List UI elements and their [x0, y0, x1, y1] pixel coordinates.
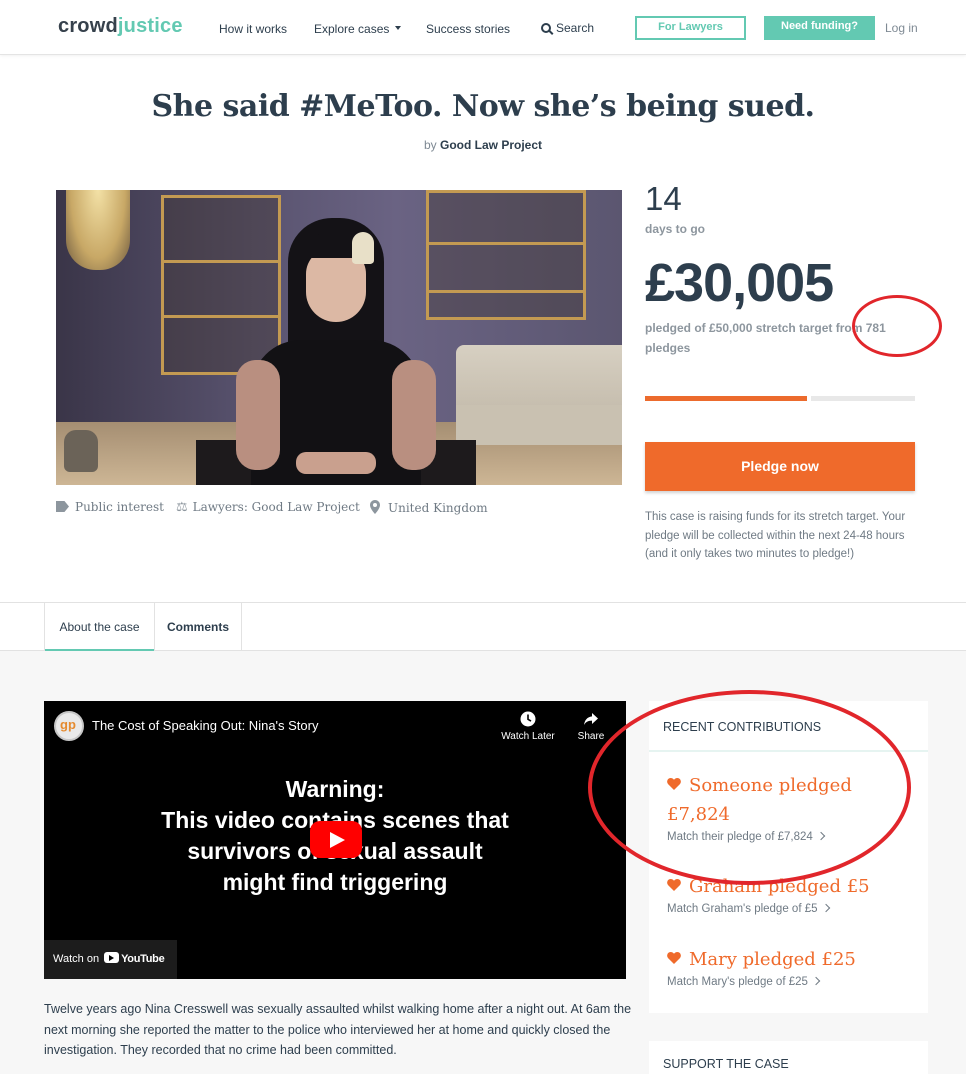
heart-icon: [667, 944, 681, 964]
match-pledge-label: Match Graham's pledge of £5: [667, 903, 818, 915]
chevron-right-icon: [821, 903, 830, 913]
support-the-case-panel: SUPPORT THE CASE: [649, 1041, 928, 1074]
youtube-logo-icon: [104, 952, 120, 963]
need-funding-button[interactable]: Need funding?: [764, 16, 875, 40]
top-navigation-bar: crowdjustice How it works Explore cases …: [0, 0, 966, 55]
annotation-circle-contribution: [588, 690, 911, 885]
meta-lawyers-label: Lawyers: Good Law Project: [192, 500, 360, 514]
watch-on-youtube-button[interactable]: Watch on YouTube: [44, 940, 177, 979]
stretch-target-note: This case is raising funds for its stret…: [645, 511, 906, 560]
image-shelf-board: [426, 242, 586, 245]
image-vase: [64, 430, 98, 472]
image-person-arm: [392, 360, 436, 470]
chevron-right-icon: [811, 976, 821, 986]
progress-fill: [645, 396, 807, 401]
nav-search[interactable]: Search: [541, 21, 594, 35]
warning-line: Warning:: [285, 776, 385, 802]
meta-category-label: Public interest: [75, 500, 165, 514]
image-lamp: [66, 190, 130, 270]
image-person-hands: [296, 452, 376, 474]
tab-about-the-case[interactable]: About the case: [44, 603, 155, 652]
case-hero-image: [56, 190, 622, 485]
image-shelf-board: [161, 315, 281, 318]
image-sofa-seat: [456, 405, 622, 445]
days-to-go-label: days to go: [645, 222, 706, 236]
contribution-item: Mary pledged £25 Match Mary's pledge of …: [667, 944, 917, 988]
byline-prefix: by: [423, 138, 437, 152]
nav-explore-cases[interactable]: Explore cases: [314, 22, 402, 36]
search-icon: [541, 23, 551, 33]
youtube-video-embed[interactable]: The Cost of Speaking Out: Nina's Story W…: [44, 701, 626, 979]
logo-text-crowd: crowd: [58, 15, 118, 37]
chevron-down-icon: [395, 25, 402, 30]
login-link[interactable]: Log in: [885, 21, 918, 35]
youtube-wordmark: YouTube: [121, 953, 165, 965]
watch-later-button[interactable]: Watch Later: [498, 711, 558, 742]
annotation-circle-pledges: [852, 295, 942, 357]
meta-location-label: United Kingdom: [388, 501, 488, 515]
amount-pledged: £30,005: [645, 253, 834, 313]
nav-success-stories[interactable]: Success stories: [426, 22, 510, 36]
warning-line: might find triggering: [222, 869, 448, 895]
case-title: She said #MeToo. Now she’s being sued.: [151, 89, 815, 124]
contribution-headline-text: Mary pledged £25: [689, 949, 856, 970]
nav-explore-cases-label: Explore cases: [314, 22, 390, 36]
case-story-paragraph: Twelve years ago Nina Cresswell was sexu…: [44, 1002, 632, 1057]
tag-icon: [56, 501, 69, 512]
watch-later-label: Watch Later: [501, 731, 555, 742]
progress-divider: [807, 396, 811, 401]
play-button-icon[interactable]: [310, 821, 362, 858]
image-shelf-board: [161, 260, 281, 263]
image-person-highlight: [352, 232, 374, 264]
organiser-link[interactable]: Good Law Project: [440, 138, 542, 152]
match-pledge-label: Match Mary's pledge of £25: [667, 976, 808, 988]
scales-icon: ⚖: [176, 500, 188, 515]
watch-on-label: Watch on: [53, 953, 100, 965]
support-the-case-heading: SUPPORT THE CASE: [663, 1057, 789, 1071]
byline: by Good Law Project: [0, 138, 966, 152]
location-pin-icon: [370, 500, 380, 514]
logo-text-justice: justice: [117, 15, 183, 37]
share-icon: [584, 713, 598, 725]
tab-comments[interactable]: Comments: [154, 603, 242, 651]
meta-lawyers[interactable]: ⚖ Lawyers: Good Law Project: [176, 500, 360, 515]
days-to-go-number: 14: [645, 180, 682, 217]
image-person-arm: [236, 360, 280, 470]
video-title[interactable]: The Cost of Speaking Out: Nina's Story: [92, 718, 318, 733]
channel-avatar[interactable]: [54, 711, 84, 741]
image-shelf-board: [426, 290, 586, 293]
funding-progress-bar: [645, 396, 915, 401]
share-label: Share: [577, 731, 605, 742]
contribution-headline: Mary pledged £25: [667, 944, 917, 974]
nav-how-it-works[interactable]: How it works: [219, 22, 287, 36]
image-shelf-left: [161, 195, 281, 375]
pledge-now-button[interactable]: Pledge now: [645, 442, 915, 491]
case-tabs: About the case Comments: [0, 602, 966, 652]
clock-icon: [520, 711, 536, 727]
image-shelf-right: [426, 190, 586, 320]
match-pledge-link[interactable]: Match Graham's pledge of £5: [667, 903, 917, 915]
for-lawyers-button[interactable]: For Lawyers: [635, 16, 746, 40]
match-pledge-link[interactable]: Match Mary's pledge of £25: [667, 976, 917, 988]
meta-category[interactable]: Public interest: [56, 500, 164, 514]
meta-location[interactable]: United Kingdom: [370, 500, 488, 515]
crowdjustice-logo[interactable]: crowdjustice: [58, 15, 183, 38]
nav-search-label: Search: [556, 21, 595, 35]
